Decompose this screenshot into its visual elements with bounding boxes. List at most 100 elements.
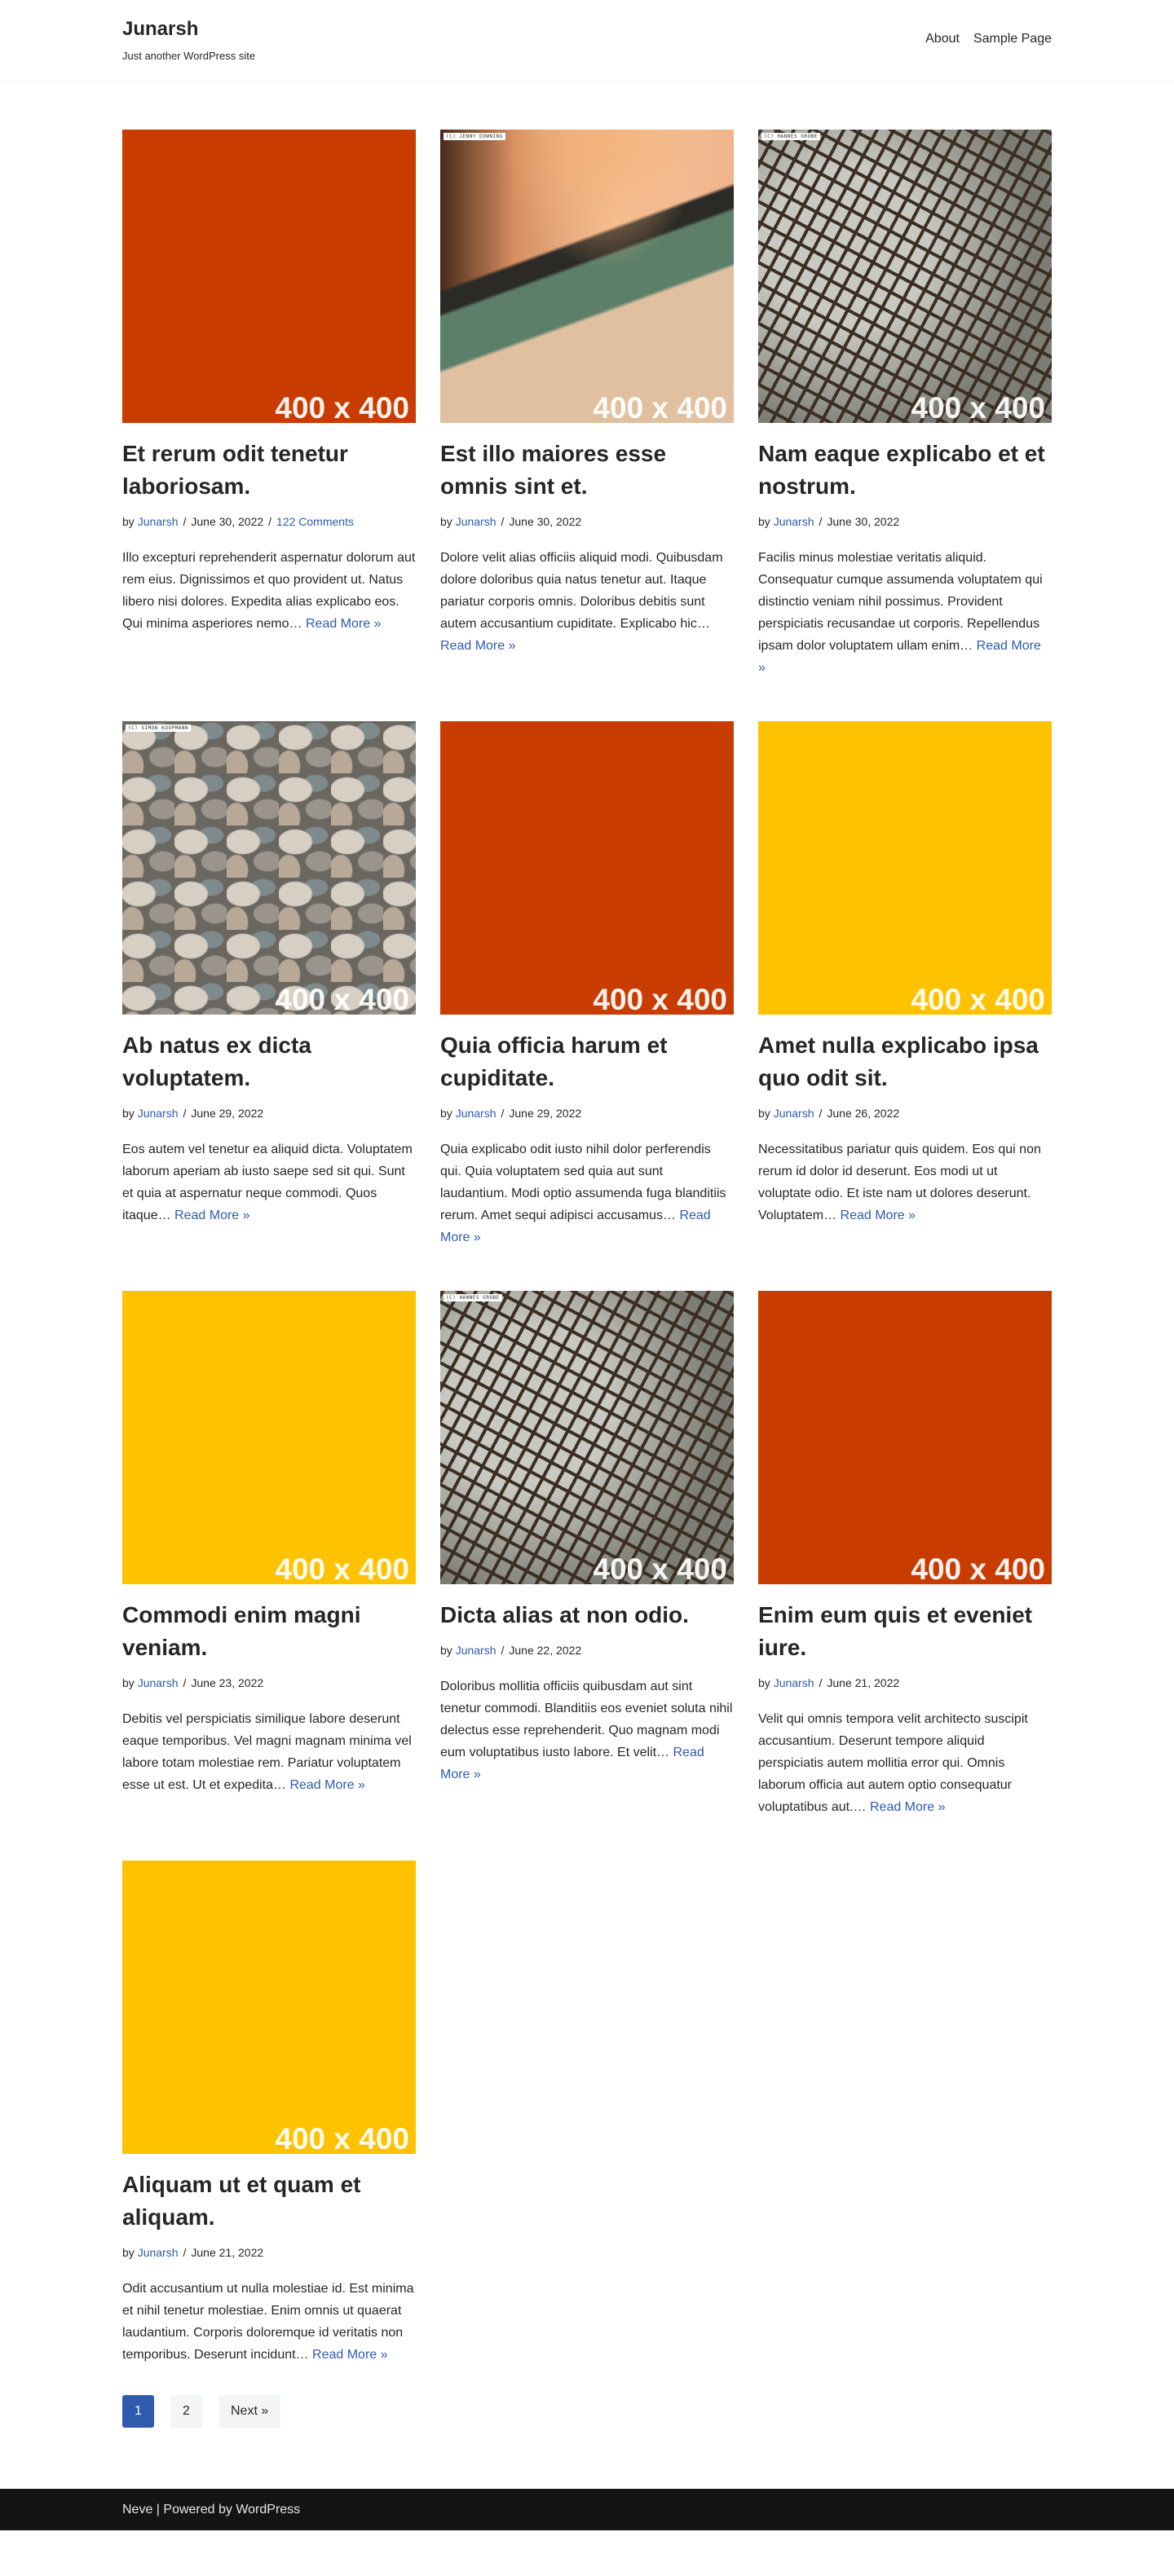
post-title-link[interactable]: Commodi enim magni veniam. <box>122 1602 360 1660</box>
post-meta: by Junarsh / June 30, 2022 <box>758 513 1052 530</box>
meta-by: by <box>122 1107 135 1120</box>
post-thumbnail[interactable]: 400 x 400 <box>440 721 734 1015</box>
post-thumbnail[interactable]: 400 x 400 <box>758 1291 1052 1584</box>
post-thumbnail[interactable]: (C) HANNES GROBE 400 x 400 <box>440 1291 734 1584</box>
post-thumbnail[interactable]: (C) JENNY DOWNING 400 x 400 <box>440 130 734 423</box>
image-dimension-label: 400 x 400 <box>911 391 1045 423</box>
author-link[interactable]: Junarsh <box>456 515 497 528</box>
read-more-link[interactable]: Read More » <box>312 2348 388 2362</box>
next-page-link[interactable]: Next » <box>218 2395 281 2428</box>
pagination: 1 2 Next » <box>122 2395 281 2428</box>
author-link[interactable]: Junarsh <box>138 1676 179 1689</box>
excerpt-text: Debitis vel perspiciatis similique labor… <box>122 1712 412 1792</box>
image-dimension-label: 400 x 400 <box>275 2122 409 2154</box>
post-meta: by Junarsh / June 29, 2022 <box>122 1105 416 1121</box>
post-meta: by Junarsh / June 29, 2022 <box>440 1105 734 1121</box>
meta-separator: / <box>501 1107 505 1120</box>
post-card: (C) HANNES GROBE 400 x 400 Dicta alias a… <box>440 1291 734 1786</box>
post-title-link[interactable]: Nam eaque explicabo et et nostrum. <box>758 441 1045 499</box>
read-more-link[interactable]: Read More » <box>289 1778 365 1792</box>
author-link[interactable]: Junarsh <box>774 515 814 528</box>
author-link[interactable]: Junarsh <box>138 1107 179 1120</box>
post-meta: by Junarsh / June 23, 2022 <box>122 1675 416 1691</box>
post-meta: by Junarsh / June 30, 2022 / 122 Comments <box>122 513 416 530</box>
meta-separator: / <box>501 515 505 528</box>
author-link[interactable]: Junarsh <box>456 1644 497 1657</box>
meta-separator: / <box>183 515 187 528</box>
post-card: 400 x 400 Quia officia harum et cupidita… <box>440 721 734 1248</box>
post-meta: by Junarsh / June 21, 2022 <box>758 1675 1052 1691</box>
author-link[interactable]: Junarsh <box>138 2246 179 2259</box>
read-more-link[interactable]: Read More » <box>174 1209 250 1222</box>
post-title-link[interactable]: Amet nulla explicabo ipsa quo odit sit. <box>758 1033 1039 1090</box>
read-more-link[interactable]: Read More » <box>306 617 382 631</box>
meta-separator: / <box>183 1107 187 1120</box>
read-more-link[interactable]: Read More » <box>440 639 516 653</box>
post-date: June 29, 2022 <box>509 1107 582 1120</box>
post-excerpt: Odit accusantium ut nulla molestiae id. … <box>122 2278 416 2366</box>
post-date: June 30, 2022 <box>509 515 582 528</box>
post-thumbnail[interactable]: 400 x 400 <box>122 130 416 423</box>
post-excerpt: Quia explicabo odit iusto nihil dolor pe… <box>440 1138 734 1248</box>
post-date: June 30, 2022 <box>827 515 900 528</box>
meta-separator: / <box>268 515 272 528</box>
post-date: June 29, 2022 <box>191 1107 264 1120</box>
post-thumbnail[interactable]: (C) HANNES GROBE 400 x 400 <box>758 130 1052 423</box>
meta-separator: / <box>501 1644 505 1657</box>
meta-separator: / <box>183 1676 187 1689</box>
post-title-link[interactable]: Enim eum quis et eveniet iure. <box>758 1602 1032 1660</box>
post-thumbnail[interactable]: 400 x 400 <box>758 721 1052 1015</box>
author-link[interactable]: Junarsh <box>774 1107 814 1120</box>
post-title-link[interactable]: Et rerum odit tenetur laboriosam. <box>122 441 348 499</box>
meta-by: by <box>440 515 452 528</box>
post-thumbnail[interactable]: 400 x 400 <box>122 1291 416 1584</box>
meta-by: by <box>758 515 770 528</box>
post-title-link[interactable]: Est illo maiores esse omnis sint et. <box>440 441 666 499</box>
author-link[interactable]: Junarsh <box>774 1676 814 1689</box>
author-link[interactable]: Junarsh <box>456 1107 497 1120</box>
post-excerpt: Dolore velit alias officiis aliquid modi… <box>440 547 734 657</box>
image-credit: (C) HANNES GROBE <box>444 1294 502 1301</box>
excerpt-text: Eos autem vel tenetur ea aliquid dicta. … <box>122 1143 413 1222</box>
site-tagline: Just another WordPress site <box>122 50 256 62</box>
post-card: (C) JENNY DOWNING 400 x 400 Est illo mai… <box>440 130 734 657</box>
footer-credit: Neve | Powered by WordPress <box>122 2503 301 2517</box>
post-thumbnail[interactable]: 400 x 400 <box>122 1860 416 2154</box>
image-dimension-label: 400 x 400 <box>275 391 409 423</box>
post-excerpt: Facilis minus molestiae veritatis aliqui… <box>758 547 1052 679</box>
nav-sample-page[interactable]: Sample Page <box>973 32 1052 46</box>
image-dimension-label: 400 x 400 <box>593 1552 727 1584</box>
post-excerpt: Illo excepturi reprehenderit aspernatur … <box>122 547 416 635</box>
image-dimension-label: 400 x 400 <box>593 391 727 423</box>
post-meta: by Junarsh / June 30, 2022 <box>440 513 734 530</box>
read-more-link[interactable]: Read More » <box>841 1209 916 1222</box>
excerpt-text: Velit qui omnis tempora velit architecto… <box>758 1712 1028 1814</box>
post-date: June 21, 2022 <box>827 1676 900 1689</box>
post-excerpt: Necessitatibus pariatur quis quidem. Eos… <box>758 1138 1052 1226</box>
comments-link[interactable]: 122 Comments <box>276 515 354 528</box>
post-date: June 26, 2022 <box>827 1107 900 1120</box>
author-link[interactable]: Junarsh <box>138 515 179 528</box>
meta-by: by <box>440 1644 452 1657</box>
image-credit: (C) SIMON KOOPMANN <box>126 724 192 732</box>
nav-about[interactable]: About <box>925 32 960 46</box>
post-card: (C) SIMON KOOPMANN 400 x 400 Ab natus ex… <box>122 721 416 1226</box>
site-footer: Neve | Powered by WordPress <box>0 2489 1174 2530</box>
post-title-link[interactable]: Dicta alias at non odio. <box>440 1602 689 1627</box>
site-title[interactable]: Junarsh <box>122 18 198 41</box>
post-title-link[interactable]: Quia officia harum et cupiditate. <box>440 1033 668 1090</box>
image-dimension-label: 400 x 400 <box>275 1552 409 1584</box>
meta-by: by <box>758 1107 770 1120</box>
post-date: June 30, 2022 <box>191 515 264 528</box>
post-title-link[interactable]: Aliquam ut et quam et aliquam. <box>122 2172 360 2230</box>
excerpt-text: Facilis minus molestiae veritatis aliqui… <box>758 551 1043 653</box>
post-thumbnail[interactable]: (C) SIMON KOOPMANN 400 x 400 <box>122 721 416 1015</box>
page-2-link[interactable]: 2 <box>170 2395 202 2428</box>
meta-by: by <box>122 515 135 528</box>
image-dimension-label: 400 x 400 <box>911 1552 1045 1584</box>
image-credit: (C) JENNY DOWNING <box>444 133 505 140</box>
meta-separator: / <box>819 1107 823 1120</box>
read-more-link[interactable]: Read More » <box>870 1800 946 1814</box>
post-title-link[interactable]: Ab natus ex dicta voluptatem. <box>122 1033 311 1090</box>
site-header: Junarsh Just another WordPress site Abou… <box>0 0 1174 81</box>
